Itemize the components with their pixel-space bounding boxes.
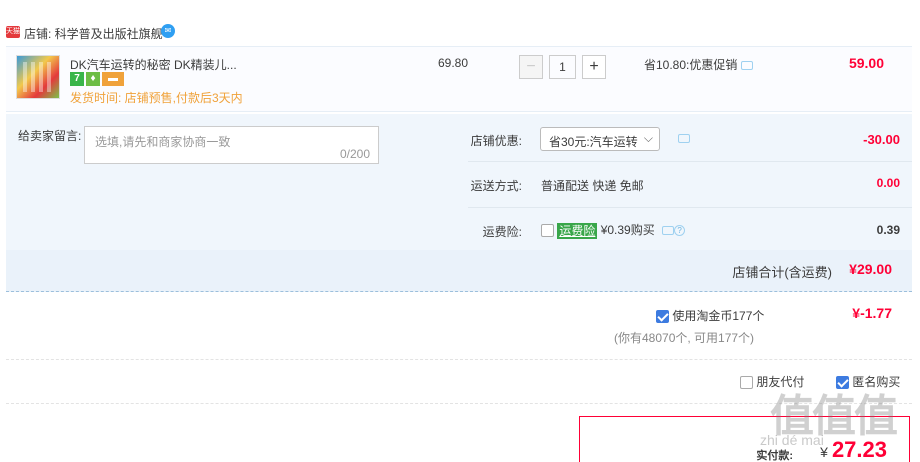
- product-thumbnail[interactable]: [16, 55, 60, 99]
- promo-discount: 省10.80:优惠促销: [644, 56, 754, 73]
- shipping-label: 运送方式:: [470, 179, 522, 193]
- shop-header: 天猫 店铺: 科学普及出版社旗舰 ✉: [0, 20, 920, 46]
- insurance-price: ¥0.39购买: [600, 223, 655, 237]
- shop-discount-select[interactable]: 省30元:汽车运转 ⌵: [540, 127, 660, 151]
- seller-message-placeholder: 选填,请先和商家协商一致: [95, 135, 231, 149]
- guarantee-icon[interactable]: ♦: [86, 72, 100, 86]
- use-coins-label: 使用淘金币177个: [672, 309, 765, 323]
- help-icon[interactable]: ?: [674, 225, 686, 237]
- insurance-chat-icon[interactable]: [662, 226, 675, 236]
- shipping-amount: 0.00: [876, 176, 900, 190]
- quantity-increase-button[interactable]: +: [582, 55, 606, 79]
- insurance-row: 运费险: 运费险 ¥0.39购买 ? 0.39: [468, 208, 912, 250]
- friend-pay-checkbox[interactable]: [740, 376, 753, 390]
- shop-name-link[interactable]: 店铺: 科学普及出版社旗舰: [24, 25, 163, 42]
- shop-total-amount: ¥29.00: [849, 261, 892, 277]
- shop-discount-row: 店铺优惠: 省30元:汽车运转 ⌵ -30.00: [468, 116, 912, 162]
- wangwang-chat-icon[interactable]: ✉: [161, 24, 175, 38]
- discount-info-icon[interactable]: [678, 134, 690, 143]
- coin-discount-amount: ¥-1.77: [852, 305, 892, 321]
- seller-message-input[interactable]: 选填,请先和商家协商一致 0/200: [84, 126, 379, 164]
- taobao-coin-row: 使用淘金币177个 (你有48070个, 可用177个) ¥-1.77: [6, 292, 912, 360]
- insurance-tag[interactable]: 运费险: [557, 222, 598, 239]
- shop-total-label: 店铺合计(含运费): [732, 265, 832, 280]
- shop-discount-label: 店铺优惠:: [470, 134, 522, 148]
- promo-info-icon[interactable]: [741, 61, 754, 71]
- actual-payment-label: 实付款:: [756, 450, 793, 462]
- credit-card-icon[interactable]: ▬: [102, 72, 124, 86]
- shipping-row: 运送方式: 普通配送 快递 免邮 0.00: [468, 162, 912, 208]
- shop-discount-amount: -30.00: [863, 132, 900, 147]
- item-subtotal: 59.00: [848, 55, 884, 71]
- insurance-amount: 0.39: [876, 223, 900, 237]
- quantity-input[interactable]: 1: [549, 55, 576, 79]
- shipping-method: 普通配送 快递 免邮: [541, 179, 644, 193]
- quantity-stepper: − 1 +: [519, 55, 606, 79]
- chevron-down-icon: ⌵: [643, 131, 653, 145]
- coin-balance-note: (你有48070个, 可用177个): [614, 331, 755, 345]
- insurance-checkbox[interactable]: [541, 224, 554, 238]
- seven-day-return-icon[interactable]: 7: [70, 72, 84, 86]
- ship-time-note: 发货时间: 店铺预售,付款后3天内: [70, 91, 243, 105]
- quantity-decrease-button[interactable]: −: [519, 55, 543, 79]
- seller-message-label: 给卖家留言:: [18, 129, 82, 143]
- shop-discount-selected: 省30元:汽车运转: [549, 135, 638, 149]
- shop-total-bar: 店铺合计(含运费) ¥29.00: [6, 250, 912, 292]
- unit-price: 69.80: [438, 56, 469, 70]
- use-coins-option: 使用淘金币177个: [656, 307, 764, 324]
- order-item-row: DK汽车运转的秘密 DK精装儿... 7 ♦ ▬ 发货时间: 店铺预售,付款后3天内…: [6, 46, 912, 112]
- use-coins-checkbox[interactable]: [656, 310, 669, 324]
- product-title-link[interactable]: DK汽车运转的秘密 DK精装儿...: [70, 56, 237, 73]
- promo-discount-label: 省10.80:优惠促销: [644, 58, 738, 72]
- insurance-label: 运费险:: [482, 225, 522, 239]
- seller-message-counter: 0/200: [339, 147, 370, 161]
- watermark-url: zhi dé mai: [760, 432, 824, 448]
- insurance-option: 运费险 ¥0.39购买 ?: [541, 221, 686, 239]
- service-icons: 7 ♦ ▬: [70, 72, 126, 86]
- tmall-badge-icon: 天猫: [6, 26, 20, 38]
